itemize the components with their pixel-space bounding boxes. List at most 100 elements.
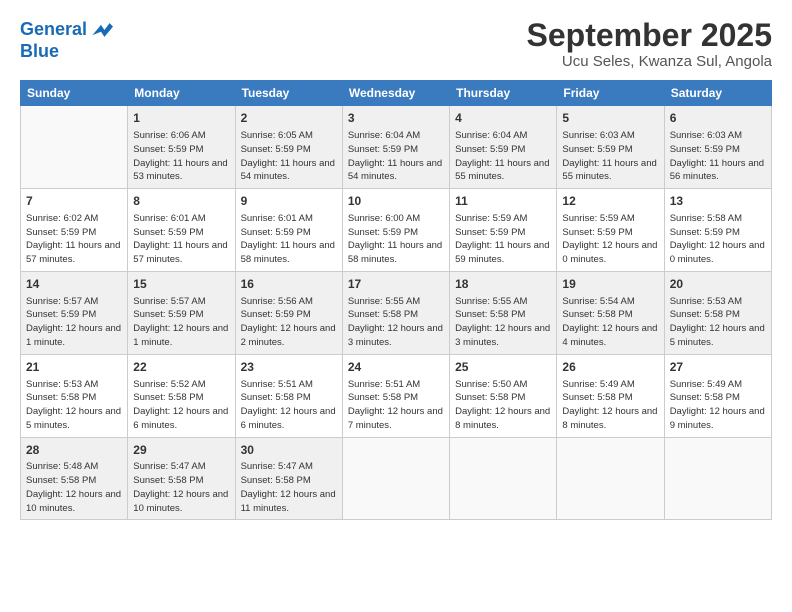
day-info: Sunrise: 6:01 AM Sunset: 5:59 PM Dayligh…: [133, 212, 229, 267]
calendar-cell: 5 Sunrise: 6:03 AM Sunset: 5:59 PM Daylig…: [557, 106, 664, 189]
day-info: Sunrise: 5:55 AM Sunset: 5:58 PM Dayligh…: [348, 295, 444, 350]
day-number: 22: [133, 359, 229, 376]
calendar-cell: 16Sunrise: 5:56 AM Sunset: 5:59 PM Dayli…: [235, 271, 342, 354]
day-info: Sunrise: 6:03 AM Sunset: 5:59 PM Dayligh…: [670, 129, 766, 184]
calendar-cell: [21, 106, 128, 189]
day-info: Sunrise: 6:01 AM Sunset: 5:59 PM Dayligh…: [241, 212, 337, 267]
day-info: Sunrise: 5:57 AM Sunset: 5:59 PM Dayligh…: [26, 295, 122, 350]
day-number: 25: [455, 359, 551, 376]
col-saturday: Saturday: [664, 81, 771, 106]
calendar-cell: 28Sunrise: 5:48 AM Sunset: 5:58 PM Dayli…: [21, 437, 128, 520]
calendar-cell: [664, 437, 771, 520]
day-number: 7: [26, 193, 122, 210]
calendar-cell: 25 Sunrise: 5:50 AM Sunset: 5:58 PM Dayli…: [450, 354, 557, 437]
day-info: Sunrise: 6:05 AM Sunset: 5:59 PM Dayligh…: [241, 129, 337, 184]
day-info: Sunrise: 6:06 AM Sunset: 5:59 PM Dayligh…: [133, 129, 229, 184]
calendar-cell: 6 Sunrise: 6:03 AM Sunset: 5:59 PM Daylig…: [664, 106, 771, 189]
day-info: Sunrise: 5:49 AM Sunset: 5:58 PM Dayligh…: [562, 378, 658, 433]
calendar-cell: 3Sunrise: 6:04 AM Sunset: 5:59 PM Daylig…: [342, 106, 449, 189]
day-info: Sunrise: 5:55 AM Sunset: 5:58 PM Dayligh…: [455, 295, 551, 350]
day-number: 24: [348, 359, 444, 376]
day-info: Sunrise: 5:52 AM Sunset: 5:58 PM Dayligh…: [133, 378, 229, 433]
day-info: Sunrise: 5:54 AM Sunset: 5:58 PM Dayligh…: [562, 295, 658, 350]
calendar-week-row: 28Sunrise: 5:48 AM Sunset: 5:58 PM Dayli…: [21, 437, 772, 520]
day-number: 28: [26, 442, 122, 459]
calendar-cell: 19 Sunrise: 5:54 AM Sunset: 5:58 PM Dayli…: [557, 271, 664, 354]
col-friday: Friday: [557, 81, 664, 106]
calendar-cell: 24 Sunrise: 5:51 AM Sunset: 5:58 PM Dayli…: [342, 354, 449, 437]
logo-icon: [89, 18, 113, 42]
logo: General Blue: [20, 18, 113, 62]
day-info: Sunrise: 5:49 AM Sunset: 5:58 PM Dayligh…: [670, 378, 766, 433]
calendar-cell: 1 Sunrise: 6:06 AM Sunset: 5:59 PM Daylig…: [128, 106, 235, 189]
col-sunday: Sunday: [21, 81, 128, 106]
day-info: Sunrise: 5:57 AM Sunset: 5:59 PM Dayligh…: [133, 295, 229, 350]
col-wednesday: Wednesday: [342, 81, 449, 106]
day-info: Sunrise: 5:47 AM Sunset: 5:58 PM Dayligh…: [133, 460, 229, 515]
calendar-cell: [342, 437, 449, 520]
calendar-cell: 29Sunrise: 5:47 AM Sunset: 5:58 PM Dayli…: [128, 437, 235, 520]
day-info: Sunrise: 5:53 AM Sunset: 5:58 PM Dayligh…: [670, 295, 766, 350]
calendar-header-row: Sunday Monday Tuesday Wednesday Thursday…: [21, 81, 772, 106]
calendar-cell: 12 Sunrise: 5:59 AM Sunset: 5:59 PM Dayli…: [557, 189, 664, 272]
calendar-cell: 4 Sunrise: 6:04 AM Sunset: 5:59 PM Daylig…: [450, 106, 557, 189]
day-info: Sunrise: 5:51 AM Sunset: 5:58 PM Dayligh…: [348, 378, 444, 433]
calendar-cell: 13 Sunrise: 5:58 AM Sunset: 5:59 PM Dayli…: [664, 189, 771, 272]
day-info: Sunrise: 5:59 AM Sunset: 5:59 PM Dayligh…: [562, 212, 658, 267]
day-info: Sunrise: 5:53 AM Sunset: 5:58 PM Dayligh…: [26, 378, 122, 433]
calendar-cell: 9Sunrise: 6:01 AM Sunset: 5:59 PM Daylig…: [235, 189, 342, 272]
header: General Blue September 2025 Ucu Seles, K…: [20, 18, 772, 70]
day-info: Sunrise: 6:03 AM Sunset: 5:59 PM Dayligh…: [562, 129, 658, 184]
calendar-cell: 17 Sunrise: 5:55 AM Sunset: 5:58 PM Dayli…: [342, 271, 449, 354]
day-info: Sunrise: 5:47 AM Sunset: 5:58 PM Dayligh…: [241, 460, 337, 515]
day-number: 19: [562, 276, 658, 293]
day-number: 29: [133, 442, 229, 459]
col-tuesday: Tuesday: [235, 81, 342, 106]
day-number: 1: [133, 110, 229, 127]
day-number: 10: [348, 193, 444, 210]
day-info: Sunrise: 5:59 AM Sunset: 5:59 PM Dayligh…: [455, 212, 551, 267]
calendar-week-row: 1 Sunrise: 6:06 AM Sunset: 5:59 PM Daylig…: [21, 106, 772, 189]
calendar-cell: 27 Sunrise: 5:49 AM Sunset: 5:58 PM Dayli…: [664, 354, 771, 437]
day-number: 27: [670, 359, 766, 376]
day-number: 3: [348, 110, 444, 127]
page-subtitle: Ucu Seles, Kwanza Sul, Angola: [527, 53, 772, 70]
calendar-cell: 14 Sunrise: 5:57 AM Sunset: 5:59 PM Dayli…: [21, 271, 128, 354]
day-info: Sunrise: 5:48 AM Sunset: 5:58 PM Dayligh…: [26, 460, 122, 515]
calendar-cell: 7Sunrise: 6:02 AM Sunset: 5:59 PM Daylig…: [21, 189, 128, 272]
calendar-cell: 22 Sunrise: 5:52 AM Sunset: 5:58 PM Dayli…: [128, 354, 235, 437]
calendar-cell: 15 Sunrise: 5:57 AM Sunset: 5:59 PM Dayli…: [128, 271, 235, 354]
day-number: 6: [670, 110, 766, 127]
calendar-cell: 2 Sunrise: 6:05 AM Sunset: 5:59 PM Daylig…: [235, 106, 342, 189]
day-number: 17: [348, 276, 444, 293]
calendar-week-row: 7Sunrise: 6:02 AM Sunset: 5:59 PM Daylig…: [21, 189, 772, 272]
day-number: 11: [455, 193, 551, 210]
day-number: 4: [455, 110, 551, 127]
day-number: 26: [562, 359, 658, 376]
day-number: 14: [26, 276, 122, 293]
day-info: Sunrise: 6:04 AM Sunset: 5:59 PM Dayligh…: [455, 129, 551, 184]
day-info: Sunrise: 5:58 AM Sunset: 5:59 PM Dayligh…: [670, 212, 766, 267]
day-number: 21: [26, 359, 122, 376]
calendar-cell: 26 Sunrise: 5:49 AM Sunset: 5:58 PM Dayli…: [557, 354, 664, 437]
calendar-cell: 30Sunrise: 5:47 AM Sunset: 5:58 PM Dayli…: [235, 437, 342, 520]
calendar-week-row: 21 Sunrise: 5:53 AM Sunset: 5:58 PM Dayli…: [21, 354, 772, 437]
day-number: 2: [241, 110, 337, 127]
day-number: 12: [562, 193, 658, 210]
calendar-cell: 20Sunrise: 5:53 AM Sunset: 5:58 PM Dayli…: [664, 271, 771, 354]
day-number: 5: [562, 110, 658, 127]
day-info: Sunrise: 5:50 AM Sunset: 5:58 PM Dayligh…: [455, 378, 551, 433]
day-number: 8: [133, 193, 229, 210]
calendar-cell: 21 Sunrise: 5:53 AM Sunset: 5:58 PM Dayli…: [21, 354, 128, 437]
calendar-week-row: 14 Sunrise: 5:57 AM Sunset: 5:59 PM Dayli…: [21, 271, 772, 354]
day-number: 23: [241, 359, 337, 376]
page-title: September 2025: [527, 18, 772, 53]
day-number: 18: [455, 276, 551, 293]
col-thursday: Thursday: [450, 81, 557, 106]
day-number: 13: [670, 193, 766, 210]
calendar-cell: 18 Sunrise: 5:55 AM Sunset: 5:58 PM Dayli…: [450, 271, 557, 354]
day-number: 15: [133, 276, 229, 293]
calendar: Sunday Monday Tuesday Wednesday Thursday…: [20, 80, 772, 520]
calendar-cell: 11 Sunrise: 5:59 AM Sunset: 5:59 PM Dayli…: [450, 189, 557, 272]
day-number: 16: [241, 276, 337, 293]
